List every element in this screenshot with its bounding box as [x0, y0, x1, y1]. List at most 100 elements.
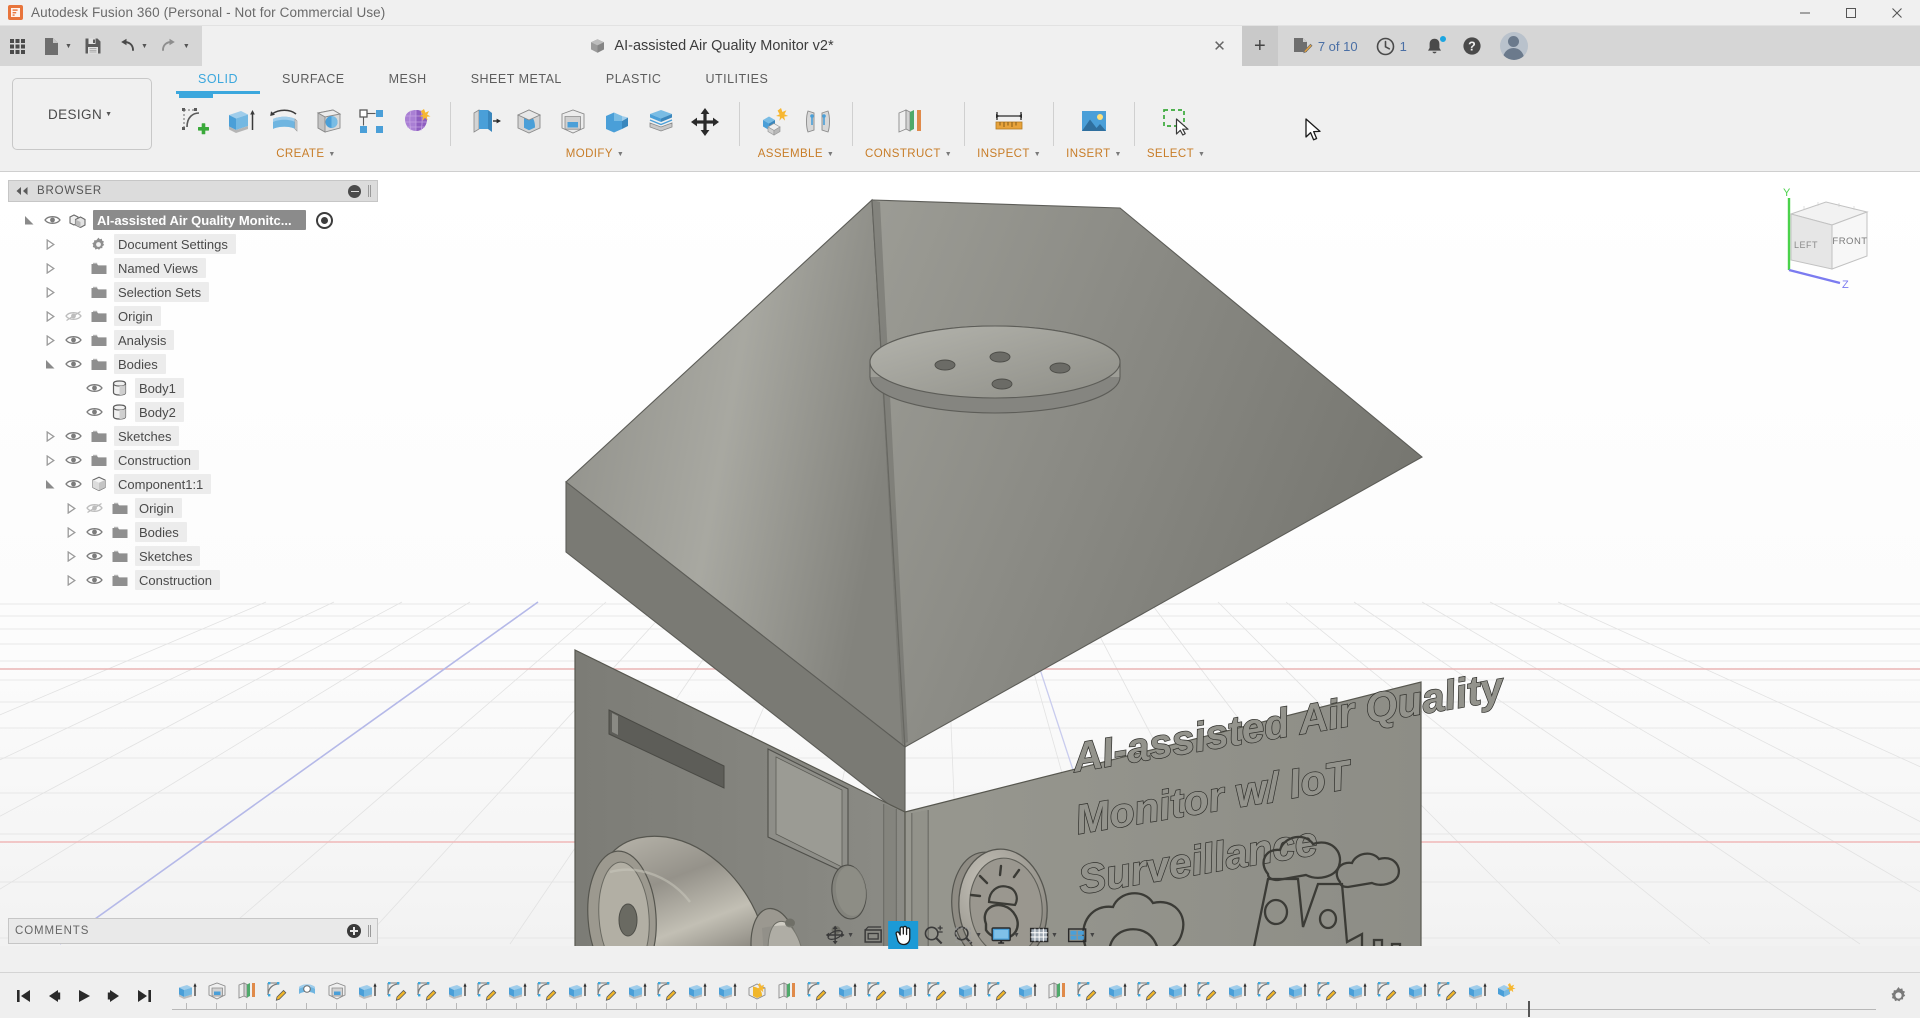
tree-collapsed-arrow-icon[interactable] [42, 428, 58, 444]
browser-tree-item-analysis[interactable]: Analysis [8, 328, 378, 352]
tab-sheet-metal[interactable]: SHEET METAL [449, 66, 584, 94]
measure-button[interactable] [984, 98, 1034, 146]
document-tab-close-button[interactable]: ✕ [1207, 37, 1232, 55]
new-file-icon[interactable] [34, 30, 68, 62]
joint-button[interactable] [796, 98, 840, 146]
browser-collapse-all-icon[interactable] [348, 185, 361, 198]
combine-button[interactable] [595, 98, 639, 146]
browser-tree-item-ai-assisted-air-quality-monitc[interactable]: AI-assisted Air Quality Monitc... [8, 208, 378, 232]
save-icon[interactable] [76, 30, 110, 62]
timeline-step-back-button[interactable] [40, 981, 68, 1011]
tree-collapsed-arrow-icon[interactable] [42, 452, 58, 468]
tree-collapsed-arrow-icon[interactable] [42, 332, 58, 348]
document-tab[interactable]: AI-assisted Air Quality Monitor v2* ✕ [202, 26, 1242, 66]
create-group-label[interactable]: CREATE▼ [276, 148, 336, 160]
press-pull-button[interactable] [463, 98, 507, 146]
eye-visible-icon[interactable] [84, 548, 104, 564]
tree-expanded-arrow-icon[interactable] [21, 212, 37, 228]
offset-face-button[interactable] [639, 98, 683, 146]
eye-visible-icon[interactable] [42, 212, 62, 228]
eye-visible-icon[interactable] [63, 356, 83, 372]
tree-collapsed-arrow-icon[interactable] [42, 260, 58, 276]
look-at-button[interactable] [858, 921, 888, 949]
timeline-go-to-beginning-button[interactable] [10, 981, 38, 1011]
edits-counter[interactable]: 7 of 10 [1284, 30, 1366, 62]
browser-tree-item-body1[interactable]: Body1 [8, 376, 378, 400]
help-button[interactable]: ? [1454, 30, 1490, 62]
eye-visible-icon[interactable] [63, 332, 83, 348]
eye-visible-icon[interactable] [84, 380, 104, 396]
zoom-button[interactable] [918, 921, 948, 949]
extrude-button[interactable] [218, 98, 262, 146]
view-cube[interactable]: Y Z LEFT FRONT [1764, 182, 1884, 292]
maximize-button[interactable] [1828, 0, 1874, 26]
new-document-tab-button[interactable]: + [1242, 26, 1278, 66]
offset-plane-button[interactable] [884, 98, 934, 146]
activate-component-radio[interactable] [316, 212, 333, 229]
tree-collapsed-arrow-icon[interactable] [63, 548, 79, 564]
comments-panel[interactable]: COMMENTS [8, 918, 378, 944]
tree-expanded-arrow-icon[interactable] [42, 476, 58, 492]
zoom-window-dropdown-caret[interactable]: ▼ [975, 932, 982, 939]
display-settings-dropdown-caret[interactable]: ▼ [1013, 932, 1020, 939]
insert-group-label[interactable]: INSERT▼ [1066, 148, 1122, 160]
move-copy-button[interactable] [683, 98, 727, 146]
tab-plastic[interactable]: PLASTIC [584, 66, 684, 94]
browser-tree-item-construction[interactable]: Construction [8, 448, 378, 472]
timeline-settings-button[interactable] [1876, 986, 1920, 1005]
zoom-window-button[interactable]: ▼ [948, 921, 986, 949]
browser-tree-item-document-settings[interactable]: Document Settings [8, 232, 378, 256]
revolve-button[interactable] [262, 98, 306, 146]
browser-tree-item-selection-sets[interactable]: Selection Sets [8, 280, 378, 304]
form-button[interactable] [394, 98, 438, 146]
user-avatar[interactable] [1500, 32, 1528, 60]
eye-visible-icon[interactable] [63, 476, 83, 492]
display-settings-button[interactable]: ▼ [986, 921, 1024, 949]
browser-tree-item-sketches[interactable]: Sketches [8, 424, 378, 448]
shell-button[interactable] [551, 98, 595, 146]
timeline-go-to-end-button[interactable] [130, 981, 158, 1011]
eye-hidden-icon[interactable] [84, 500, 104, 516]
insert-image-button[interactable] [1069, 98, 1119, 146]
browser-tree-item-construction[interactable]: Construction [8, 568, 378, 592]
modify-group-label[interactable]: MODIFY▼ [566, 148, 624, 160]
tab-solid[interactable]: SOLID [176, 66, 260, 94]
notifications-button[interactable] [1417, 30, 1452, 62]
orbit-dropdown-caret[interactable]: ▼ [847, 932, 854, 939]
assemble-group-label[interactable]: ASSEMBLE▼ [758, 148, 835, 160]
undo-icon[interactable] [110, 30, 144, 62]
select-group-label[interactable]: SELECT▼ [1147, 148, 1205, 160]
comments-resize-grip[interactable] [368, 925, 371, 937]
tab-mesh[interactable]: MESH [367, 66, 449, 94]
pan-button[interactable] [888, 921, 918, 949]
browser-tree-item-origin[interactable]: Origin [8, 496, 378, 520]
browser-resize-grip[interactable] [368, 185, 371, 197]
eye-visible-icon[interactable] [84, 524, 104, 540]
grid-snaps-button[interactable]: ▼ [1024, 921, 1062, 949]
eye-visible-icon[interactable] [63, 428, 83, 444]
grid-snaps-dropdown-caret[interactable]: ▼ [1051, 932, 1058, 939]
eye-hidden-icon[interactable] [63, 308, 83, 324]
select-window-button[interactable] [1151, 98, 1201, 146]
version-history[interactable]: 1 [1368, 30, 1415, 62]
new-component-button[interactable] [752, 98, 796, 146]
viewport-layout-dropdown-caret[interactable]: ▼ [1089, 932, 1096, 939]
fillet-button[interactable] [507, 98, 551, 146]
redo-icon[interactable] [152, 30, 186, 62]
tab-surface[interactable]: SURFACE [260, 66, 367, 94]
browser-tree-item-origin[interactable]: Origin [8, 304, 378, 328]
construct-group-label[interactable]: CONSTRUCT▼ [865, 148, 952, 160]
tree-collapsed-arrow-icon[interactable] [42, 308, 58, 324]
eye-visible-icon[interactable] [84, 572, 104, 588]
browser-tree-item-bodies[interactable]: Bodies [8, 520, 378, 544]
timeline-track[interactable] [172, 973, 1876, 1018]
viewport-layout-button[interactable]: ▼ [1062, 921, 1100, 949]
tree-collapsed-arrow-icon[interactable] [63, 500, 79, 516]
tree-collapsed-arrow-icon[interactable] [42, 236, 58, 252]
eye-visible-icon[interactable] [84, 404, 104, 420]
minimize-button[interactable] [1782, 0, 1828, 26]
add-comment-icon[interactable] [347, 924, 361, 938]
workspace-switcher[interactable]: DESIGN ▼ [12, 78, 152, 150]
timeline-end-marker[interactable] [1528, 1001, 1530, 1017]
pattern-button[interactable] [350, 98, 394, 146]
